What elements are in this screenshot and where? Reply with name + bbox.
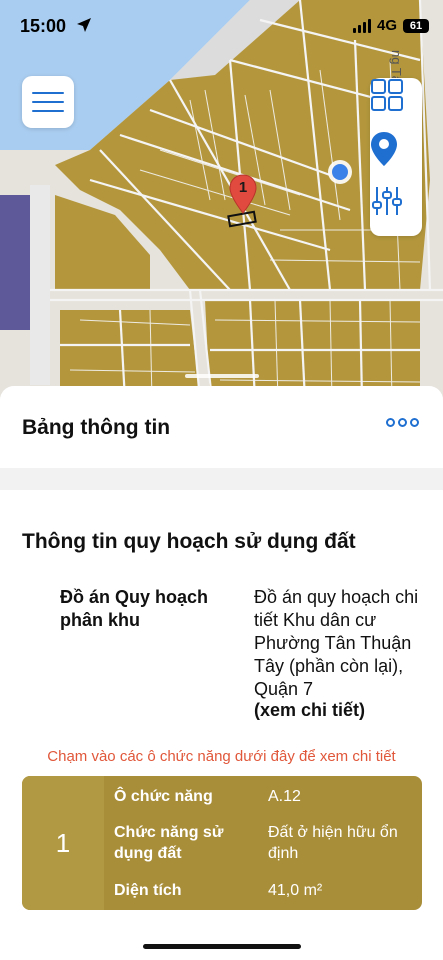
map-marker[interactable]: 1 — [228, 174, 258, 214]
location-pin-icon — [371, 132, 397, 166]
ellipsis-icon[interactable] — [386, 418, 419, 427]
plan-label: Đồ án Quy hoạch phân khu — [60, 587, 209, 630]
area-value: 41,0 m² — [268, 882, 323, 899]
grid-icon — [371, 79, 403, 111]
view-detail-link[interactable]: (xem chi tiết) — [254, 700, 365, 721]
status-time: 15:00 — [20, 16, 67, 36]
panel-header: Bảng thông tin — [0, 386, 443, 468]
info-panel: Bảng thông tin Thông tin quy hoạch sử dụ… — [0, 386, 443, 960]
network-type: 4G — [376, 17, 397, 34]
current-location-dot — [332, 164, 348, 180]
locate-button[interactable] — [370, 131, 422, 183]
cell-value: A.12 — [268, 788, 301, 805]
hamburger-icon — [32, 92, 64, 94]
land-use-value: Đất ở hiện hữu ổn định — [268, 824, 398, 862]
status-indicators: 4G 61 — [352, 17, 429, 34]
menu-button[interactable] — [22, 76, 74, 128]
marker-number: 1 — [238, 179, 248, 196]
status-bar: 15:00 4G 61 — [0, 0, 443, 54]
panel-title: Bảng thông tin — [22, 416, 171, 439]
card-rows: Ô chức năng A.12 Chức năng sử dụng đất Đ… — [104, 776, 422, 910]
filter-button[interactable] — [370, 184, 422, 236]
land-use-section: Thông tin quy hoạch sử dụng đất Đồ án Qu… — [0, 490, 443, 960]
plan-value: Đồ án quy hoạch chi tiết Khu dân cư Phườ… — [254, 587, 419, 699]
area-label: Diện tích — [114, 882, 182, 899]
function-cell-card[interactable]: 1 Ô chức năng A.12 Chức năng sử dụng đất… — [22, 776, 422, 910]
card-index: 1 — [22, 776, 104, 910]
section-title: Thông tin quy hoạch sử dụng đất — [22, 530, 356, 553]
zone-purple — [0, 195, 30, 330]
hint-text: Chạm vào các ô chức năng dưới đây để xem… — [47, 748, 396, 765]
home-indicator[interactable] — [143, 944, 301, 949]
layers-button[interactable] — [370, 78, 422, 130]
sliders-icon — [372, 187, 402, 215]
land-use-label: Chức năng sử dụng đất — [114, 824, 224, 862]
cellular-signal-icon — [352, 18, 371, 33]
sheet-grabber[interactable] — [185, 374, 259, 378]
battery-icon: 61 — [403, 18, 429, 33]
cell-label: Ô chức năng — [114, 788, 213, 805]
map-view[interactable]: 1 ng Tân Mỹ 15:00 4G 61 — [0, 0, 443, 400]
map-tools — [370, 78, 422, 236]
